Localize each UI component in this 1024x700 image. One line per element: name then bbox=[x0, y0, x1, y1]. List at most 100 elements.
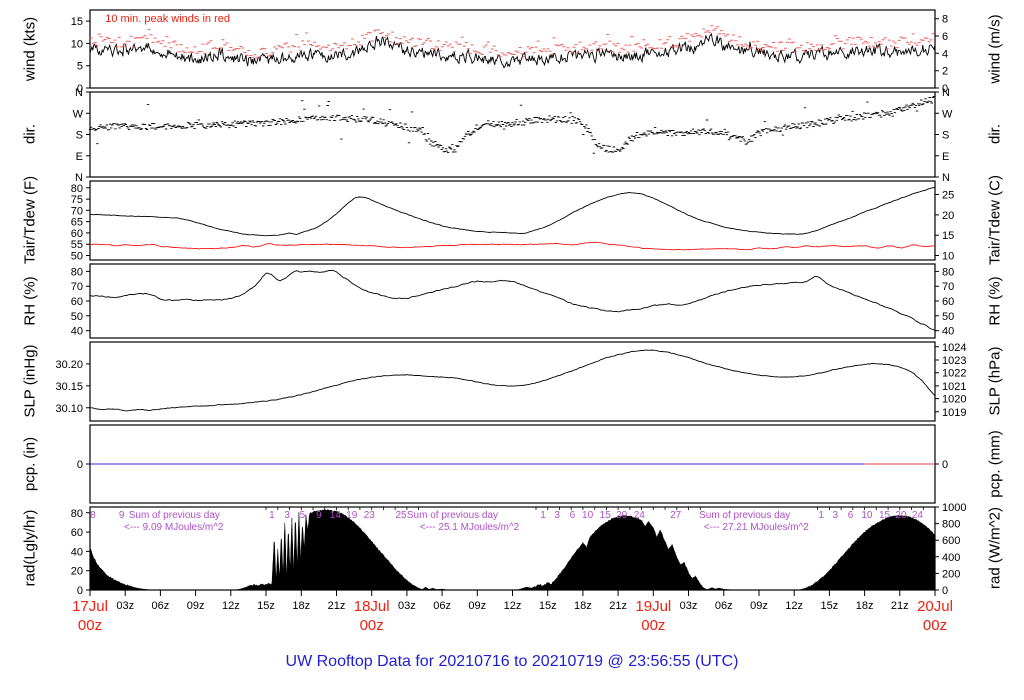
panel-frame-dir bbox=[89, 91, 936, 178]
ytick-right-slp: 1023 bbox=[942, 355, 966, 367]
y-label-left-rh: RH (%) bbox=[21, 276, 39, 326]
ytick-right-wind: 8 bbox=[942, 14, 948, 26]
rad-cumulative-number: 10 bbox=[861, 510, 873, 521]
y-label-left-rad: rad(Lgly/hr) bbox=[21, 509, 39, 587]
ytick-left-wind: 5 bbox=[77, 61, 83, 73]
ytick-left-temp: 55 bbox=[71, 239, 83, 251]
x-axis-tick-marks bbox=[89, 590, 936, 596]
rad-cumulative-number: 25 bbox=[395, 510, 407, 521]
xtick-hour-label: 18z bbox=[292, 600, 310, 612]
xtick-hour-label: 09z bbox=[187, 600, 205, 612]
ytick-right-rad: 800 bbox=[942, 519, 960, 531]
rad-cumulative-number: 3 bbox=[832, 510, 838, 521]
rad-cumulative-number: 23 bbox=[364, 510, 376, 521]
xtick-hour-label: 21z bbox=[891, 600, 909, 612]
ytick-left-temp: 50 bbox=[71, 250, 83, 262]
rad-cumulative-number: 19 bbox=[346, 510, 358, 521]
ytick-right-wind: 6 bbox=[942, 31, 948, 43]
xtick-hour-label: 03z bbox=[116, 600, 134, 612]
ytick-right-temp: 20 bbox=[942, 210, 954, 222]
ytick-right-temp: 10 bbox=[942, 250, 954, 262]
rad-cumulative-number: 3 bbox=[554, 510, 560, 521]
ytick-left-rad: 0 bbox=[77, 585, 83, 597]
ytick-right-rad: 600 bbox=[942, 535, 960, 547]
ytick-left-wind: 15 bbox=[71, 16, 83, 28]
xtick-date-label: 00z bbox=[360, 617, 384, 634]
ytick-left-rad: 20 bbox=[71, 566, 83, 578]
ytick-marks-rh bbox=[86, 270, 939, 332]
xtick-date-label: 18Jul bbox=[354, 598, 390, 615]
rad-sum-label: Sum of previous day bbox=[407, 510, 498, 521]
ytick-right-slp: 1024 bbox=[942, 342, 966, 354]
rad-cumulative-number: 6 bbox=[570, 510, 576, 521]
y-label-left-slp: SLP (inHg) bbox=[21, 344, 39, 418]
xtick-hour-label: 18z bbox=[574, 600, 592, 612]
ytick-left-rh: 60 bbox=[71, 296, 83, 308]
rad-cumulative-number: 9 bbox=[316, 510, 322, 521]
ytick-left-dir: W bbox=[73, 108, 84, 120]
xtick-hour-label: 18z bbox=[856, 600, 874, 612]
ytick-left-dir: E bbox=[76, 151, 83, 163]
ytick-marks-temp bbox=[86, 187, 939, 256]
series-rh_pct bbox=[89, 269, 936, 331]
rad-cumulative-number: 5 bbox=[300, 510, 306, 521]
ytick-left-slp: 30.15 bbox=[55, 381, 83, 393]
series-wind_direction_deg bbox=[88, 96, 936, 154]
ytick-marks-dir bbox=[86, 91, 939, 178]
y-label-right-rh: RH (%) bbox=[986, 276, 1004, 326]
ytick-left-temp: 75 bbox=[71, 194, 83, 206]
ytick-left-rad: 60 bbox=[71, 527, 83, 539]
rad-cumulative-number: 15 bbox=[879, 510, 891, 521]
ytick-marks-wind bbox=[86, 18, 939, 89]
ytick-left-pcp: 0 bbox=[77, 459, 83, 471]
rad-sum-value: <--- 25.1 MJoules/m^2 bbox=[420, 522, 520, 533]
y-label-right-slp: SLP (hPa) bbox=[986, 346, 1004, 416]
y-label-right-dir: dir. bbox=[986, 123, 1004, 145]
ytick-left-temp: 70 bbox=[71, 205, 83, 217]
y-label-left-dir: dir. bbox=[21, 123, 39, 145]
y-label-left-wind: wind (kts) bbox=[21, 16, 39, 82]
ytick-right-slp: 1019 bbox=[942, 407, 966, 419]
ytick-right-dir: N bbox=[942, 87, 950, 99]
ytick-left-temp: 80 bbox=[71, 183, 83, 195]
rad-cumulative-number: 1 bbox=[269, 510, 275, 521]
ytick-left-slp: 30.10 bbox=[55, 403, 83, 415]
ytick-right-rh: 70 bbox=[942, 281, 954, 293]
xtick-hour-label: 06z bbox=[152, 600, 170, 612]
uw-rooftop-weather-plot: 0 5 10 15 0 2 4 6 8 10 min. peak winds in red N W S E… bbox=[0, 0, 1024, 700]
rad-sum-label: Sum of previous day bbox=[699, 510, 790, 521]
ytick-marks-slp bbox=[86, 346, 939, 413]
ytick-right-rad: 1000 bbox=[942, 502, 966, 514]
rad-cumulative-number: 24 bbox=[912, 510, 924, 521]
ytick-left-temp: 65 bbox=[71, 217, 83, 229]
xtick-hour-label: 12z bbox=[222, 600, 240, 612]
xtick-hour-label: 06z bbox=[433, 600, 451, 612]
chart-canvas: 0510150246810 min. peak winds in redNWSE… bbox=[55, 9, 966, 634]
ytick-left-wind: 10 bbox=[71, 38, 83, 50]
y-label-right-wind: wind (m/s) bbox=[986, 14, 1004, 84]
rad-cumulative-number: 1 bbox=[818, 510, 824, 521]
xtick-hour-label: 09z bbox=[750, 600, 768, 612]
ytick-right-rh: 40 bbox=[942, 326, 954, 338]
xtick-hour-label: 03z bbox=[398, 600, 416, 612]
rad-sum-value: <--- 9.09 MJoules/m^2 bbox=[124, 522, 224, 533]
series-tair_f bbox=[90, 186, 936, 237]
rad-cumulative-number: 10 bbox=[582, 510, 594, 521]
xtick-hour-label: 15z bbox=[821, 600, 839, 612]
xtick-hour-label: 12z bbox=[504, 600, 522, 612]
ytick-left-dir: N bbox=[75, 87, 83, 99]
xtick-date-label: 17Jul bbox=[72, 598, 108, 615]
rad-cumulative-number: 1 bbox=[540, 510, 546, 521]
xtick-hour-label: 12z bbox=[785, 600, 803, 612]
ytick-left-temp: 60 bbox=[71, 228, 83, 240]
ytick-right-wind: 2 bbox=[942, 66, 948, 78]
series-slp_inhg bbox=[90, 349, 936, 412]
xtick-date-label: 00z bbox=[78, 617, 102, 634]
xtick-hour-label: 09z bbox=[468, 600, 486, 612]
y-label-left-pcp: pcp. (in) bbox=[21, 436, 39, 492]
ytick-right-dir: W bbox=[942, 108, 953, 120]
ytick-right-rad: 200 bbox=[942, 568, 960, 580]
xtick-hour-label: 15z bbox=[539, 600, 557, 612]
xtick-date-label: 19Jul bbox=[635, 598, 671, 615]
ytick-left-rad: 40 bbox=[71, 546, 83, 558]
